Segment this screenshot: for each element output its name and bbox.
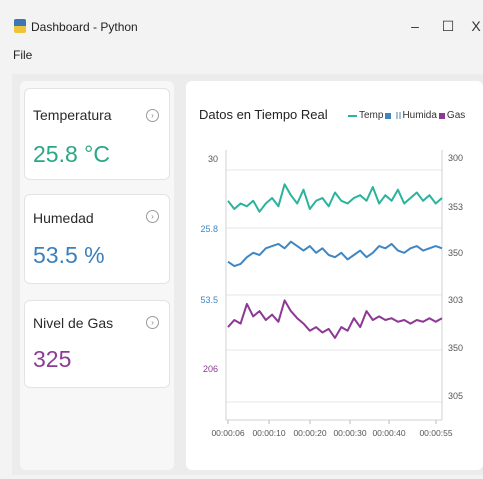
right-tick-label: 305 <box>448 391 463 401</box>
legend-bars-icon <box>396 112 402 119</box>
legend-gas-swatch <box>438 112 445 119</box>
left-tick-label: 53.5 <box>200 295 218 305</box>
x-tick-label: 00:00:40 <box>372 428 405 438</box>
legend-gas-label: Gas <box>446 110 466 121</box>
series-line-temp <box>227 183 443 213</box>
window-title: Dashboard - Python <box>31 20 138 34</box>
series-line-gas <box>227 299 443 339</box>
left-tick-label: 30 <box>208 154 218 164</box>
info-icon[interactable]: › <box>146 316 159 329</box>
right-tick-label: 350 <box>448 343 463 353</box>
title-bar: Dashboard - Python – ☐ X <box>0 0 483 38</box>
gas-value: 325 <box>33 346 72 372</box>
right-tick-label: 350 <box>448 248 463 258</box>
menu-bar: File <box>0 48 483 66</box>
gas-label: Nivel de Gas <box>33 315 114 331</box>
right-tick-label: 300 <box>448 153 463 163</box>
right-tick-label: 303 <box>448 295 463 305</box>
gas-card: Nivel de Gas › 325 <box>24 300 170 388</box>
realtime-chart: 30 25.8 53.5 206 300 353 350 303 350 305 00:00:06 0… <box>200 150 463 438</box>
temperature-card: Temperatura › 25.8 °C <box>24 88 170 180</box>
close-button[interactable]: X <box>466 18 483 34</box>
temperature-label: Temperatura <box>33 107 112 123</box>
humidity-value: 53.5 % <box>33 242 105 268</box>
humidity-label: Humedad <box>33 210 94 226</box>
right-tick-label: 353 <box>448 202 463 212</box>
info-icon[interactable]: › <box>146 109 159 122</box>
maximize-button[interactable]: ☐ <box>438 18 458 34</box>
left-tick-label: 206 <box>203 364 218 374</box>
x-tick-label: 00:00:06 <box>211 428 244 438</box>
x-tick-label: 00:00:20 <box>293 428 326 438</box>
minimize-button[interactable]: – <box>405 18 425 34</box>
legend-temp-swatch <box>348 114 357 117</box>
x-tick-label: 00:00:30 <box>333 428 366 438</box>
chart-title: Datos en Tiempo Real <box>199 107 328 122</box>
info-icon[interactable]: › <box>146 210 159 223</box>
legend-humedad-swatch <box>385 112 392 119</box>
humidity-card: Humedad › 53.5 % <box>24 194 170 284</box>
x-tick-label: 00:00:55 <box>419 428 452 438</box>
legend-temp-label: Temp <box>359 110 384 121</box>
chart-legend: Temp Humida Gas <box>348 110 465 122</box>
legend-humedad-label: Humida <box>402 110 437 121</box>
x-tick-label: 00:00:10 <box>252 428 285 438</box>
left-tick-label: 25.8 <box>200 224 218 234</box>
python-icon <box>14 19 26 33</box>
temperature-value: 25.8 °C <box>33 141 110 167</box>
menu-file[interactable]: File <box>13 48 32 62</box>
series-line-humedad <box>227 240 443 268</box>
